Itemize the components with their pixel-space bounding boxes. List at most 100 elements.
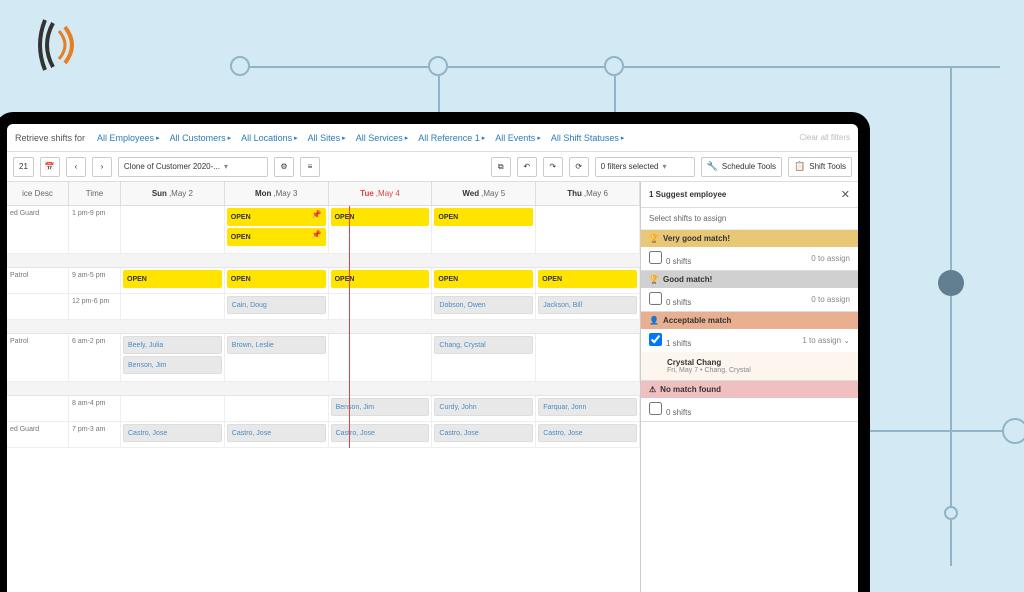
undo-button[interactable]: ↶ — [517, 157, 537, 177]
grid-row: Patrol6 am-2 pmBeely, JuliaBenson, JimBr… — [7, 334, 640, 382]
assigned-shift[interactable]: Castro, Jose — [331, 424, 430, 442]
open-shift[interactable]: OPEN — [331, 208, 430, 226]
clear-filters-link[interactable]: Clear all filters — [799, 133, 850, 142]
open-shift[interactable]: OPEN📌 — [227, 228, 326, 246]
grid-cell[interactable] — [329, 294, 433, 319]
grid-cell[interactable]: OPEN — [225, 268, 329, 293]
match-section-nomatch: ⚠No match found0 shifts — [641, 381, 858, 422]
filter-reference[interactable]: All Reference 1 — [414, 133, 489, 143]
match-header[interactable]: ⚠No match found — [641, 381, 858, 398]
section-gap — [7, 320, 640, 334]
prev-button[interactable]: ‹ — [66, 157, 86, 177]
settings-button[interactable]: ⚙ — [274, 157, 294, 177]
grid-cell[interactable]: Castro, Jose — [536, 422, 640, 447]
filter-services[interactable]: All Services — [352, 133, 413, 143]
next-button[interactable]: › — [92, 157, 112, 177]
assigned-shift[interactable]: Brown, Leslie — [227, 336, 326, 354]
view-selector[interactable]: Clone of Customer 2020-... — [118, 157, 268, 177]
grid-cell[interactable]: Jackson, Bill — [536, 294, 640, 319]
assigned-shift[interactable]: Curdy, John — [434, 398, 533, 416]
refresh-button[interactable]: ⟳ — [569, 157, 589, 177]
grid-cell[interactable] — [536, 206, 640, 253]
assigned-shift[interactable]: Beely, Julia — [123, 336, 222, 354]
filter-locations[interactable]: All Locations — [237, 133, 302, 143]
adjust-button[interactable]: ≡ — [300, 157, 320, 177]
grid-cell[interactable]: Farquar, Jonn — [536, 396, 640, 421]
grid-cell[interactable]: OPEN — [536, 268, 640, 293]
grid-cell[interactable]: Curdy, John — [432, 396, 536, 421]
shift-tools-button[interactable]: Shift Tools — [788, 157, 852, 177]
redo-button[interactable]: ↷ — [543, 157, 563, 177]
open-shift[interactable]: OPEN — [538, 270, 637, 288]
filter-bar-label: Retrieve shifts for — [15, 133, 85, 143]
grid-cell[interactable]: Beely, Julia Benson, Jim — [121, 334, 225, 381]
grid-cell[interactable] — [225, 396, 329, 421]
suggest-employee-panel: 1 Suggest employee ✕ Select shifts to as… — [640, 182, 858, 592]
grid-cell[interactable] — [121, 206, 225, 253]
assigned-shift[interactable]: Castro, Jose — [123, 424, 222, 442]
grid-cell[interactable]: Benson, Jim — [329, 396, 433, 421]
filter-customers[interactable]: All Customers — [166, 133, 236, 143]
schedule-tools-button[interactable]: Schedule Tools — [701, 157, 782, 177]
grid-cell[interactable]: OPEN — [432, 206, 536, 253]
match-row: 0 shifts — [641, 398, 858, 421]
assigned-shift[interactable]: Benson, Jim — [123, 356, 222, 374]
grid-cell[interactable]: OPEN — [121, 268, 225, 293]
assigned-shift[interactable]: Chang, Crystal — [434, 336, 533, 354]
grid-cell[interactable]: OPEN📌 OPEN📌 — [225, 206, 329, 253]
assigned-shift[interactable]: Dobson, Owen — [434, 296, 533, 314]
grid-cell[interactable]: Castro, Jose — [225, 422, 329, 447]
assigned-shift[interactable]: Jackson, Bill — [538, 296, 637, 314]
open-shift[interactable]: OPEN — [434, 270, 533, 288]
filters-dropdown[interactable]: 0 filters selected — [595, 157, 695, 177]
match-header[interactable]: 🏆Good match! — [641, 271, 858, 288]
chevron-down-icon[interactable]: ⌄ — [841, 336, 850, 345]
copy-button[interactable]: ⧉ — [491, 157, 511, 177]
grid-cell[interactable]: Castro, Jose — [329, 422, 433, 447]
match-section-very-good: 🏆Very good match!0 shifts0 to assign — [641, 230, 858, 271]
grid-cell[interactable] — [121, 294, 225, 319]
filter-statuses[interactable]: All Shift Statuses — [547, 133, 629, 143]
match-shift-count: 0 shifts — [666, 298, 691, 307]
match-detail[interactable]: Crystal ChangFri, May 7 • Chang, Crystal — [641, 352, 858, 380]
match-header[interactable]: 🏆Very good match! — [641, 230, 858, 247]
open-shift[interactable]: OPEN — [434, 208, 533, 226]
match-row: 1 shifts1 to assign ⌄ — [641, 329, 858, 352]
assigned-shift[interactable]: Castro, Jose — [434, 424, 533, 442]
assigned-shift[interactable]: Cain, Doug — [227, 296, 326, 314]
match-checkbox[interactable] — [649, 333, 662, 346]
grid-cell[interactable]: Dobson, Owen — [432, 294, 536, 319]
grid-cell[interactable]: Brown, Leslie — [225, 334, 329, 381]
match-checkbox[interactable] — [649, 251, 662, 264]
app-screen: Retrieve shifts for All Employees All Cu… — [7, 124, 858, 592]
match-checkbox[interactable] — [649, 402, 662, 415]
grid-cell[interactable]: OPEN — [329, 268, 433, 293]
assigned-shift[interactable]: Castro, Jose — [538, 424, 637, 442]
panel-header: 1 Suggest employee ✕ — [641, 182, 858, 208]
grid-cell[interactable] — [121, 396, 225, 421]
filter-sites[interactable]: All Sites — [304, 133, 350, 143]
grid-cell[interactable] — [536, 334, 640, 381]
open-shift[interactable]: OPEN📌 — [227, 208, 326, 226]
grid-cell[interactable]: OPEN — [329, 206, 433, 253]
header-desc: ice Desc — [7, 182, 69, 205]
match-checkbox[interactable] — [649, 292, 662, 305]
assigned-shift[interactable]: Farquar, Jonn — [538, 398, 637, 416]
assigned-shift[interactable]: Benson, Jim — [331, 398, 430, 416]
calendar-picker-button[interactable]: 📅 — [40, 157, 60, 177]
date-display[interactable]: 21 — [13, 157, 34, 177]
filter-employees[interactable]: All Employees — [93, 133, 164, 143]
grid-cell[interactable]: Chang, Crystal — [432, 334, 536, 381]
assigned-shift[interactable]: Castro, Jose — [227, 424, 326, 442]
grid-cell[interactable]: Castro, Jose — [121, 422, 225, 447]
grid-cell[interactable]: Cain, Doug — [225, 294, 329, 319]
open-shift[interactable]: OPEN — [331, 270, 430, 288]
close-panel-button[interactable]: ✕ — [841, 188, 850, 201]
grid-cell[interactable]: OPEN — [432, 268, 536, 293]
open-shift[interactable]: OPEN — [123, 270, 222, 288]
grid-cell[interactable] — [329, 334, 433, 381]
match-header[interactable]: 👤Acceptable match — [641, 312, 858, 329]
open-shift[interactable]: OPEN — [227, 270, 326, 288]
filter-events[interactable]: All Events — [491, 133, 545, 143]
grid-cell[interactable]: Castro, Jose — [432, 422, 536, 447]
